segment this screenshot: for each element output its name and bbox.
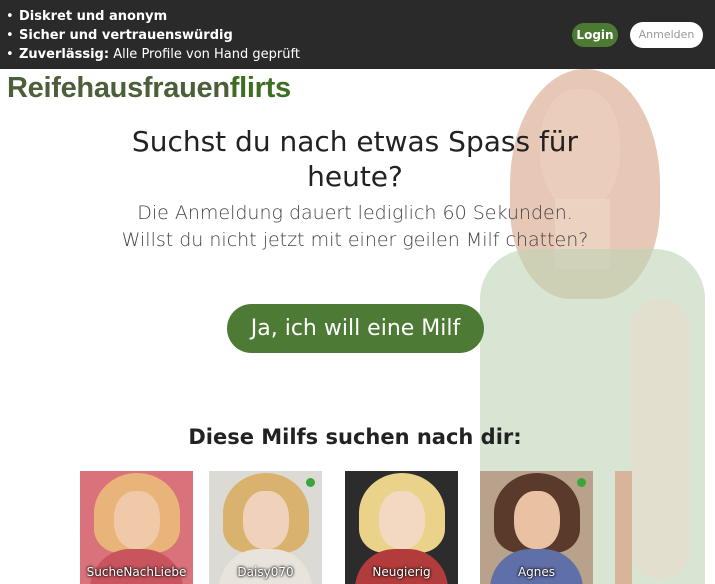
hero-headline: Suchst du nach etwas Spass für heute? (131, 125, 579, 193)
online-status-icon (577, 478, 586, 487)
profile-card[interactable]: Agnes (480, 471, 593, 584)
profile-list: SucheNachLiebe Daisy070 Neugierig Agnes (0, 471, 715, 584)
site-logo[interactable]: Reifehausfrauenflirts (7, 72, 291, 105)
login-button[interactable]: Login (572, 23, 618, 47)
usp-item: • Diskret und anonym (6, 7, 300, 26)
photo-face (243, 491, 289, 549)
hero-subline: Die Anmeldung dauert lediglich 60 Sekund… (121, 202, 589, 251)
bullet-icon: • (6, 47, 14, 62)
usp-bold-text: Sicher und vertrauenswürdig (19, 28, 233, 43)
usp-bold-text: Zuverlässig: (19, 47, 110, 62)
usp-item: • Zuverlässig: Alle Profile von Hand gepr… (6, 45, 300, 64)
cta-button[interactable]: Ja, ich will eine Milf (227, 304, 484, 353)
profile-card[interactable]: Daisy070 (209, 471, 322, 584)
photo-face (514, 491, 560, 549)
logo-text-primary: Reifehausfrauen (7, 72, 230, 104)
profile-name: Neugierig (372, 565, 431, 579)
bullet-icon: • (6, 9, 14, 24)
online-status-icon (306, 478, 315, 487)
logo-text-accent: flirts (229, 72, 291, 104)
top-bar: • Diskret und anonym • Sicher und vertraue… (0, 0, 715, 69)
photo-face (114, 491, 160, 549)
bullet-icon: • (6, 28, 14, 43)
usp-list: • Diskret und anonym • Sicher und vertraue… (6, 7, 300, 64)
photo-face (379, 491, 425, 549)
profiles-title: Diese Milfs suchen nach dir: (188, 425, 522, 449)
profile-name: SucheNachLiebe (86, 565, 187, 579)
profile-card[interactable]: Neugierig (345, 471, 458, 584)
profile-name: Agnes (517, 565, 556, 579)
profile-card[interactable]: SucheNachLiebe (80, 471, 193, 584)
usp-item: • Sicher und vertrauenswürdig (6, 26, 300, 45)
profile-name: Daisy070 (237, 565, 294, 579)
usp-bold-text: Diskret und anonym (19, 9, 168, 24)
register-button[interactable]: Anmelden (630, 22, 703, 48)
usp-text: Alle Profile von Hand geprüft (109, 47, 300, 62)
profile-card-partial[interactable] (615, 471, 632, 584)
